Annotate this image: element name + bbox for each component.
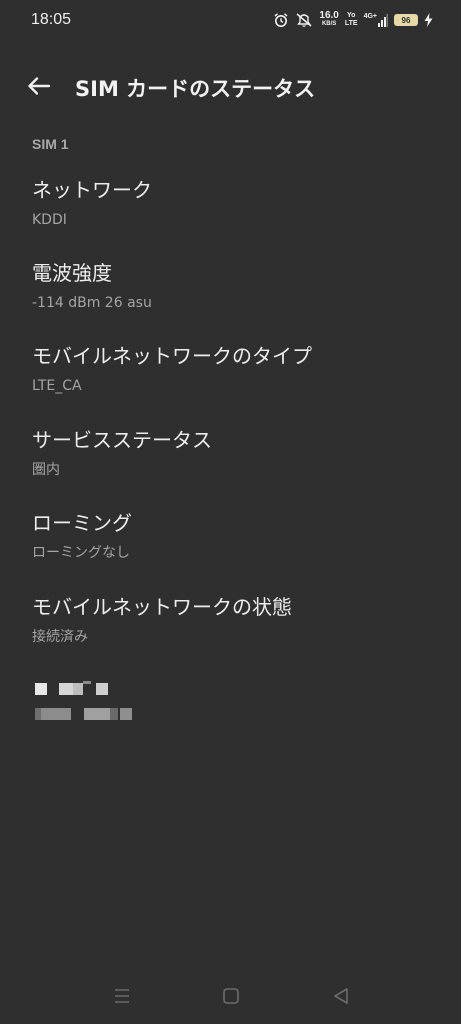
item-value: KDDI [32, 212, 67, 228]
battery-icon: 96 [394, 14, 418, 26]
status-icons: 16.0 KB/S Yo LTE 4G+ 96 [273, 10, 433, 30]
arrow-left-icon [28, 77, 51, 95]
item-roaming[interactable]: ローミング ローミングなし [32, 510, 429, 562]
volte-top: Yo [346, 12, 356, 19]
back-triangle-icon [334, 988, 348, 1004]
item-network[interactable]: ネットワーク KDDI [32, 177, 429, 229]
item-title: モバイルネットワークの状態 [32, 595, 292, 619]
volte-indicator: Yo LTE [345, 12, 358, 28]
menu-button[interactable] [110, 984, 134, 1008]
back-button[interactable] [24, 72, 56, 100]
home-icon [223, 988, 239, 1004]
status-time: 18:05 [31, 11, 72, 28]
item-mobile-network-type[interactable]: モバイルネットワークのタイプ LTE_CA [32, 343, 429, 395]
item-value: -114 dBm 26 asu [32, 295, 152, 311]
item-title: モバイルネットワークのタイプ [32, 344, 312, 368]
app-bar: SIM カードのステータス [0, 62, 461, 110]
alarm-icon [273, 12, 289, 28]
net-speed: 16.0 KB/S [319, 10, 339, 28]
item-value: LTE_CA [32, 378, 82, 394]
item-title: ネットワーク [32, 178, 152, 202]
item-title: 電波強度 [32, 261, 112, 285]
item-signal-strength[interactable]: 電波強度 -114 dBm 26 asu [32, 260, 429, 312]
item-mobile-network-state[interactable]: モバイルネットワークの状態 接続済み [32, 594, 429, 646]
nav-back-button[interactable] [329, 984, 353, 1008]
net-speed-value: 16.0 [319, 10, 339, 21]
volte-bottom: LTE [344, 20, 358, 27]
sim-status-screen: 18:05 16.0 KB/S Yo LTE 4G+ 96 SIM カードのステ… [0, 0, 461, 1024]
home-button[interactable] [219, 984, 243, 1008]
item-title: サービスステータス [32, 428, 212, 452]
nav-bar [0, 968, 461, 1024]
page-title: SIM カードのステータス [75, 77, 316, 101]
network-type: 4G+ [363, 13, 377, 20]
redacted-item [32, 678, 142, 726]
charging-icon [424, 13, 433, 27]
net-speed-unit: KB/S [321, 21, 337, 27]
status-bar: 18:05 16.0 KB/S Yo LTE 4G+ 96 [0, 0, 461, 40]
item-value: ローミングなし [32, 545, 130, 561]
item-value: 接続済み [32, 629, 88, 645]
battery-level: 96 [401, 15, 411, 25]
item-value: 圏内 [32, 462, 60, 478]
menu-icon [115, 989, 129, 1003]
signal-icon: 4G+ [364, 13, 388, 27]
vibrate-mute-icon [295, 12, 313, 28]
item-title: ローミング [32, 511, 132, 535]
item-service-status[interactable]: サービスステータス 圏内 [32, 427, 429, 479]
section-header-sim1: SIM 1 [32, 136, 69, 152]
